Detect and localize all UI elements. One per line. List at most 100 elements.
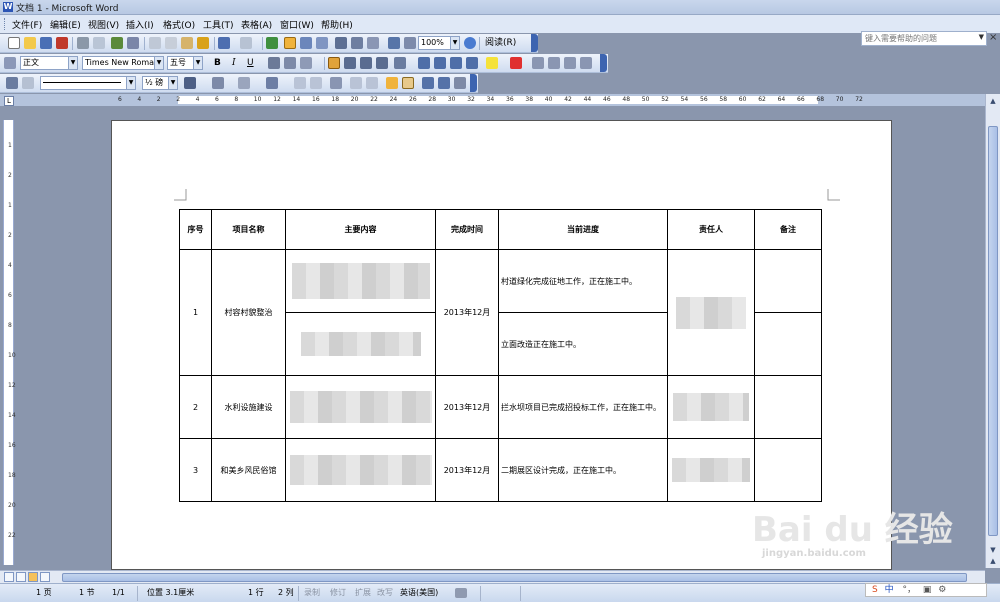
ime-punct-icon[interactable]: °， [902, 585, 916, 595]
cell-content-blurred[interactable] [285, 312, 436, 376]
header-no[interactable]: 序号 [179, 209, 212, 250]
menubar-grip[interactable] [4, 18, 7, 30]
zoom-select[interactable]: 100% ▼ [418, 36, 460, 50]
drawing-icon[interactable] [351, 37, 363, 49]
enclose-char-icon[interactable] [548, 57, 560, 69]
menu-tools[interactable]: 工具(T) [203, 18, 234, 31]
open-folder-icon[interactable] [24, 37, 36, 49]
style-select[interactable]: 正文 ▼ [20, 56, 78, 70]
menu-file[interactable]: 文件(F) [12, 18, 42, 31]
cell-time[interactable]: 2013年12月 [435, 438, 499, 502]
header-remarks[interactable]: 备注 [754, 209, 822, 250]
status-language[interactable]: 英语(美国) [400, 588, 438, 598]
char-border-icon[interactable] [268, 57, 280, 69]
phonetic-guide-icon[interactable] [532, 57, 544, 69]
border-color-icon[interactable] [184, 77, 196, 89]
format-painter-icon[interactable] [197, 37, 209, 49]
status-track[interactable]: 修订 [330, 588, 346, 598]
cell-content-blurred[interactable] [285, 375, 436, 439]
chevron-down-icon[interactable]: ▼ [168, 77, 177, 89]
toolbar-options-handle[interactable] [531, 34, 538, 52]
ime-toolbar[interactable]: S 中 °， ▣ ⚙ [865, 583, 987, 597]
hscroll-thumb[interactable] [62, 573, 967, 582]
char-scale-icon[interactable] [300, 57, 312, 69]
scroll-thumb[interactable] [988, 126, 998, 536]
undo-icon[interactable] [218, 37, 230, 49]
cell-responsible-blurred[interactable] [667, 375, 755, 439]
spelling-status-icon[interactable] [455, 588, 467, 598]
text-direction-icon[interactable] [402, 77, 414, 89]
status-record[interactable]: 录制 [304, 588, 320, 598]
cell-time[interactable]: 2013年12月 [435, 375, 499, 439]
toolbar-options-handle[interactable] [470, 74, 477, 92]
chevron-down-icon[interactable]: ▼ [979, 33, 984, 41]
cell-remarks[interactable] [754, 312, 822, 376]
cell-no[interactable]: 1 [179, 249, 212, 376]
autosum-icon[interactable] [454, 77, 466, 89]
redo-icon[interactable] [240, 37, 252, 49]
cell-time[interactable]: 2013年12月 [435, 249, 499, 376]
align-justify-icon[interactable] [328, 57, 340, 69]
cell-remarks[interactable] [754, 375, 822, 439]
outline-view-icon[interactable] [40, 572, 50, 582]
toolbar-options-handle[interactable] [600, 54, 607, 72]
tab-selector[interactable]: L [4, 96, 14, 106]
new-document-icon[interactable] [8, 37, 20, 49]
header-completion-time[interactable]: 完成时间 [435, 209, 499, 250]
cut-icon[interactable] [149, 37, 161, 49]
grow-font-icon[interactable] [564, 57, 576, 69]
font-size-select[interactable]: 五号 ▼ [167, 56, 203, 70]
bullets-icon[interactable] [434, 57, 446, 69]
research-icon[interactable] [127, 37, 139, 49]
save-icon[interactable] [40, 37, 52, 49]
styles-pane-icon[interactable] [4, 57, 16, 69]
cell-responsible-blurred[interactable] [667, 249, 755, 376]
spelling-icon[interactable] [111, 37, 123, 49]
columns-icon[interactable] [335, 37, 347, 49]
distribute-icon[interactable] [376, 57, 388, 69]
insert-table-menu-icon[interactable] [266, 77, 278, 89]
normal-view-icon[interactable] [4, 572, 14, 582]
hyperlink-icon[interactable] [266, 37, 278, 49]
print-icon[interactable] [77, 37, 89, 49]
eraser-icon[interactable] [22, 77, 34, 89]
menu-table[interactable]: 表格(A) [241, 18, 272, 31]
shrink-font-icon[interactable] [580, 57, 592, 69]
bold-button[interactable]: B [214, 57, 221, 69]
ime-mode[interactable]: 中 [885, 585, 894, 595]
ime-settings-icon[interactable]: ⚙ [938, 585, 946, 595]
autoformat-icon[interactable] [386, 77, 398, 89]
paste-icon[interactable] [181, 37, 193, 49]
document-map-icon[interactable] [367, 37, 379, 49]
font-select[interactable]: Times New Roman ▼ [82, 56, 164, 70]
line-spacing-icon[interactable] [394, 57, 406, 69]
cell-no[interactable]: 3 [179, 438, 212, 502]
decrease-indent-icon[interactable] [450, 57, 462, 69]
insert-table-icon[interactable] [300, 37, 312, 49]
cell-align-icon[interactable] [330, 77, 342, 89]
increase-indent-icon[interactable] [466, 57, 478, 69]
italic-button[interactable]: I [232, 57, 236, 69]
cell-progress[interactable]: 拦水坝项目已完成招投标工作，正在施工中。 [498, 375, 668, 439]
distribute-rows-icon[interactable] [350, 77, 362, 89]
web-view-icon[interactable] [16, 572, 26, 582]
help-icon[interactable] [464, 37, 476, 49]
cell-progress[interactable]: 二期展区设计完成，正在施工中。 [498, 438, 668, 502]
cell-no[interactable]: 2 [179, 375, 212, 439]
header-responsible[interactable]: 责任人 [667, 209, 755, 250]
print-preview-icon[interactable] [93, 37, 105, 49]
prev-page-icon[interactable]: ▲ [987, 555, 999, 567]
numbering-icon[interactable] [418, 57, 430, 69]
align-right-icon[interactable] [360, 57, 372, 69]
line-weight-select[interactable]: ½ 磅 ▼ [142, 76, 178, 90]
insert-excel-icon[interactable] [316, 37, 328, 49]
merge-cells-icon[interactable] [294, 77, 306, 89]
close-document-icon[interactable]: × [989, 32, 997, 43]
align-center-icon[interactable] [344, 57, 356, 69]
underline-button[interactable]: U [247, 57, 254, 69]
status-overtype[interactable]: 改写 [377, 588, 393, 598]
scroll-up-icon[interactable]: ▲ [987, 95, 999, 107]
sort-descending-icon[interactable] [438, 77, 450, 89]
chevron-down-icon[interactable]: ▼ [193, 57, 202, 69]
sort-ascending-icon[interactable] [422, 77, 434, 89]
